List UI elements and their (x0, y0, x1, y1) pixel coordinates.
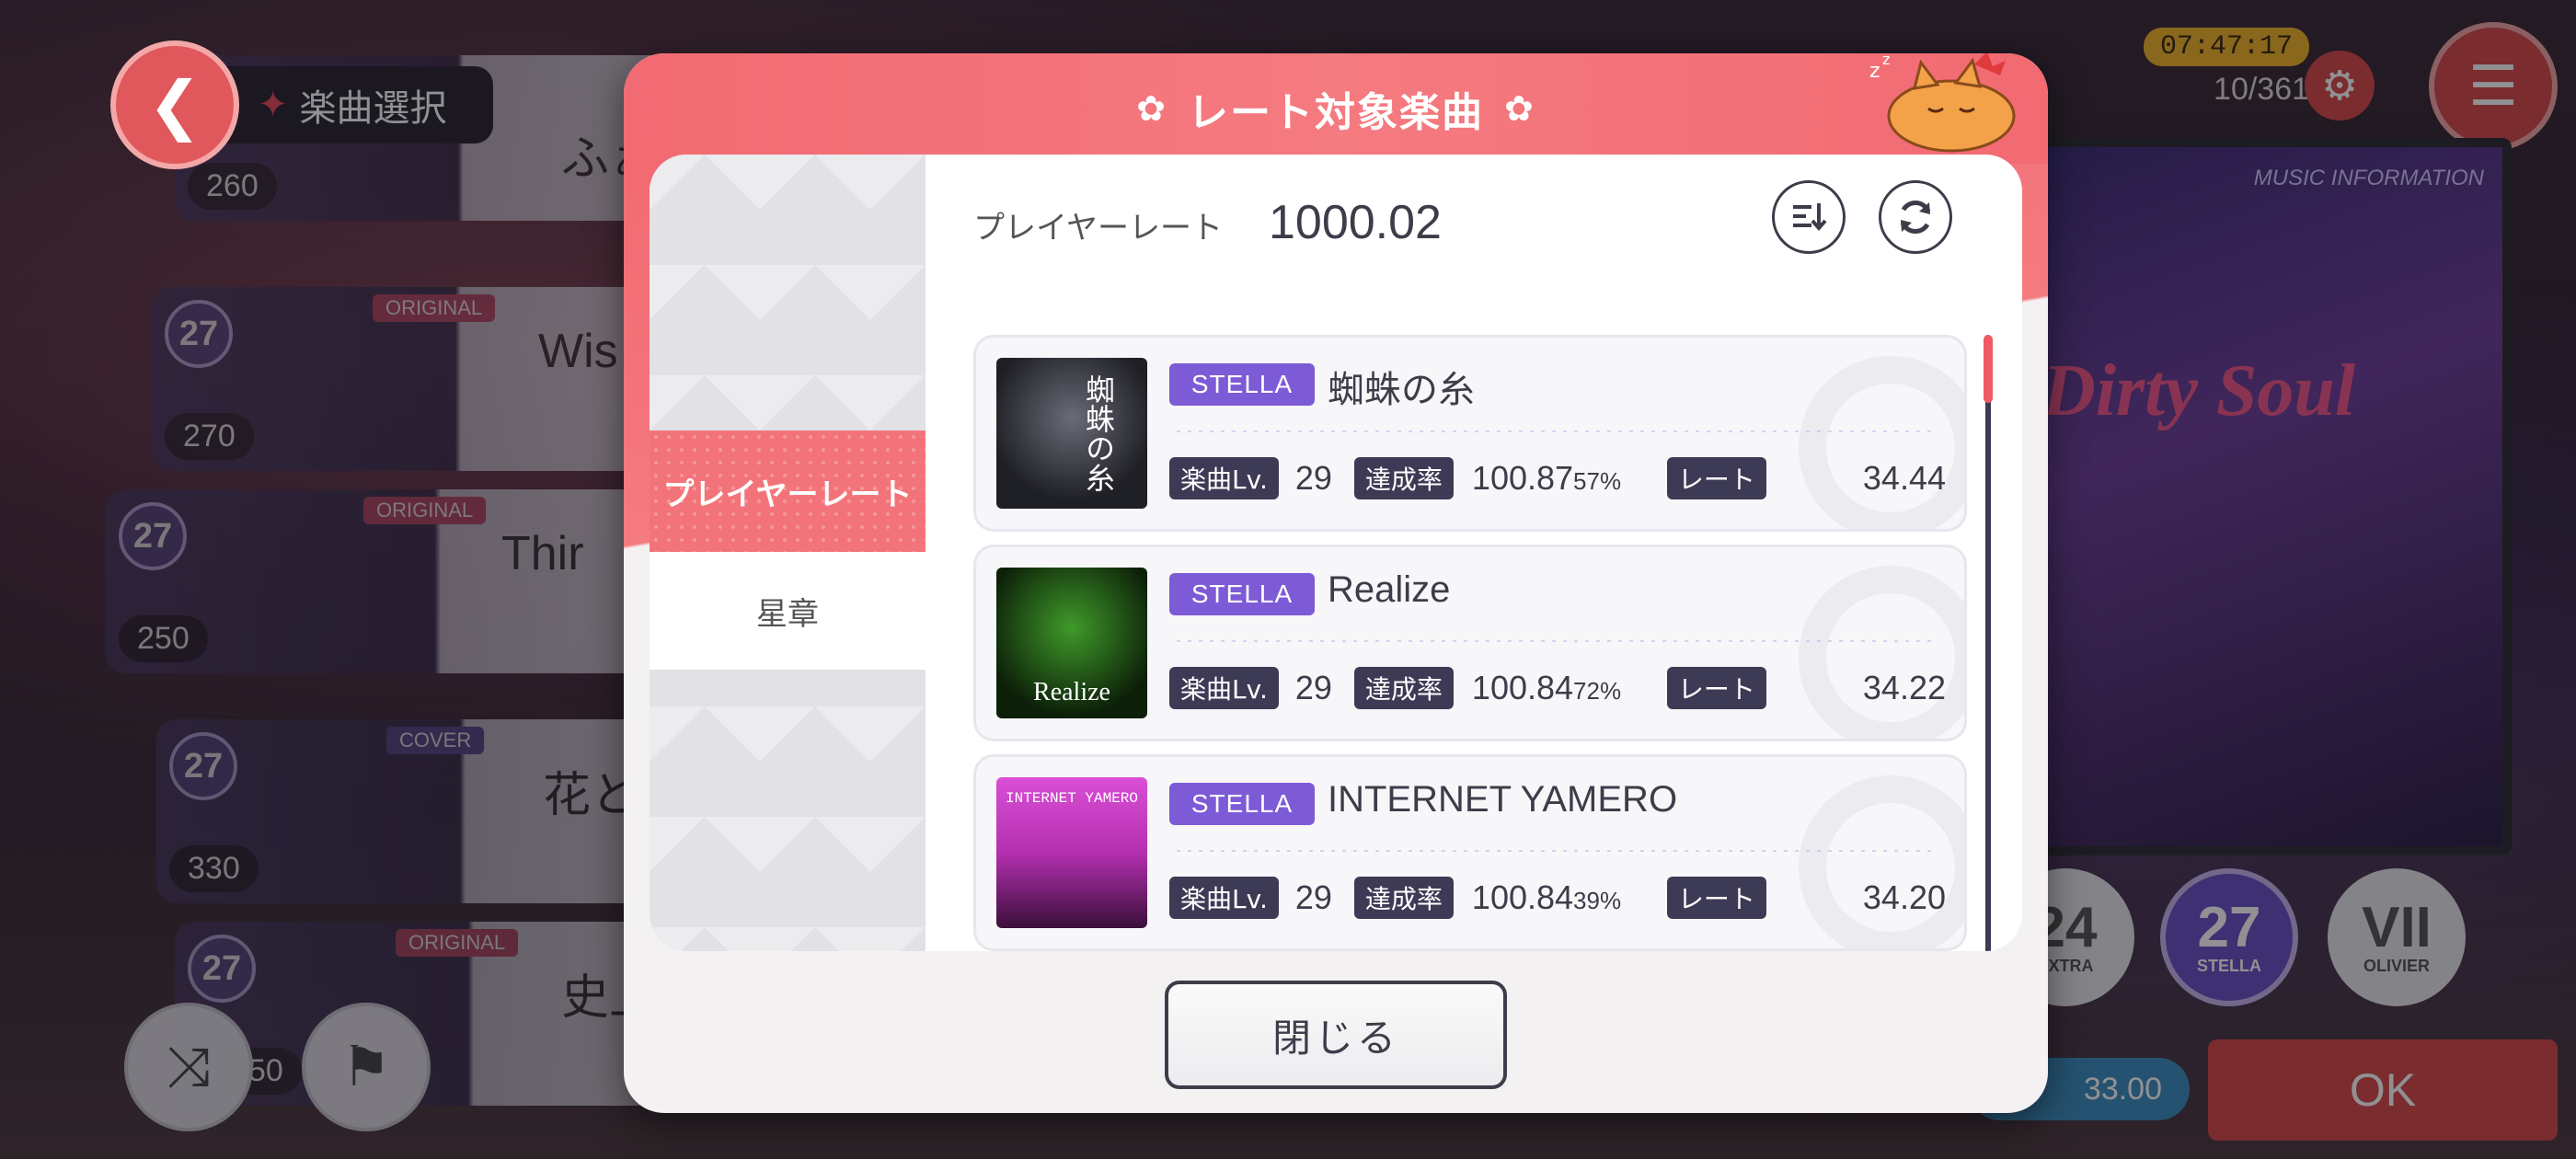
achievement-main: 100.84 (1471, 878, 1574, 916)
stat-row: 楽曲Lv. 29 達成率 100.8439% レート 34.20 (1169, 875, 1946, 921)
tab-player-rate[interactable]: プレイヤーレート (650, 430, 926, 552)
player-rate-row: プレイヤーレート 1000.02 (973, 195, 1442, 250)
list-item[interactable]: Realize STELLA Realize 楽曲Lv. 29 達成率 100.… (973, 545, 1967, 741)
rate-chip: レート (1666, 457, 1766, 499)
achievement-chip: 達成率 (1353, 877, 1454, 919)
achievement-chip: 達成率 (1353, 457, 1454, 499)
stat-row: 楽曲Lv. 29 達成率 100.8472% レート 34.22 (1169, 665, 1946, 711)
rate-content: プレイヤーレート 1000.02 蜘蛛の糸 STELLA 蜘蛛の糸 楽曲Lv. … (926, 155, 2022, 951)
achievement-sub: 39% (1573, 887, 1622, 914)
jacket-text: INTERNET YAMERO (1005, 790, 1139, 807)
modal-title: レート対象楽曲 (1188, 89, 1484, 136)
rate-value: 34.44 (1862, 459, 1946, 497)
achievement-sub: 57% (1573, 467, 1622, 495)
level-value: 29 (1294, 878, 1332, 916)
dotted-divider (1173, 639, 1937, 643)
difficulty-badge: STELLA (1169, 363, 1315, 406)
arrow-left-icon: ❮ (147, 67, 202, 143)
achievement-sub: 72% (1573, 677, 1622, 705)
refresh-button[interactable] (1879, 180, 1952, 254)
achievement-main: 100.84 (1471, 669, 1574, 706)
list-item[interactable]: 蜘蛛の糸 STELLA 蜘蛛の糸 楽曲Lv. 29 達成率 100.8757% … (973, 335, 1967, 532)
cat-watermark-icon (1799, 356, 1964, 529)
dotted-divider (1173, 849, 1937, 853)
tab-label: プレイヤーレート (662, 476, 913, 513)
jacket-text: 蜘蛛の糸 (1082, 374, 1115, 492)
tab-star-badge[interactable]: 星章 (650, 552, 926, 673)
side-nav: プレイヤーレート 星章 (650, 155, 926, 951)
achievement-value: 100.8439% (1472, 878, 1652, 917)
rate-value: 34.20 (1862, 878, 1946, 916)
player-rate-label: プレイヤーレート (973, 210, 1223, 247)
list-scrollbar[interactable] (1985, 335, 1991, 951)
rate-chip: レート (1666, 667, 1766, 709)
cat-watermark-icon (1799, 566, 1964, 739)
song-jacket: INTERNET YAMERO (996, 777, 1147, 928)
modal-header: ✿ レート対象楽曲 ✿ z z (624, 53, 2048, 164)
level-value: 29 (1294, 669, 1332, 706)
stat-row: 楽曲Lv. 29 達成率 100.8757% レート 34.44 (1169, 455, 1946, 501)
modal-body: プレイヤーレート 星章 プレイヤーレート 1000.02 蜘蛛の糸 STELLA… (650, 155, 2022, 951)
jacket-text: Realize (1033, 678, 1110, 706)
rate-modal: ✿ レート対象楽曲 ✿ z z プレイヤーレート 星章 プレイヤーレート 100… (624, 53, 2048, 1113)
song-title: 蜘蛛の糸 (1328, 370, 1475, 410)
song-jacket: 蜘蛛の糸 (996, 358, 1147, 509)
achievement-value: 100.8757% (1472, 459, 1652, 498)
song-title: INTERNET YAMERO (1328, 779, 1678, 820)
level-chip: 楽曲Lv. (1169, 457, 1279, 499)
sleeping-cat-icon: z z (1869, 53, 2016, 153)
paw-icon: ✿ (1504, 88, 1535, 129)
level-chip: 楽曲Lv. (1169, 667, 1279, 709)
difficulty-badge: STELLA (1169, 783, 1315, 825)
song-jacket: Realize (996, 568, 1147, 718)
achievement-main: 100.87 (1471, 459, 1574, 497)
level-chip: 楽曲Lv. (1169, 877, 1279, 919)
achievement-chip: 達成率 (1353, 667, 1454, 709)
close-button[interactable]: 閉じる (1165, 981, 1507, 1089)
rate-chip: レート (1666, 877, 1766, 919)
sort-button[interactable] (1772, 180, 1846, 254)
cat-watermark-icon (1799, 775, 1964, 948)
refresh-icon (1900, 200, 1931, 235)
achievement-value: 100.8472% (1472, 669, 1652, 707)
svg-text:z: z (1882, 53, 1890, 68)
scrollbar-thumb[interactable] (1984, 335, 1993, 403)
back-button[interactable]: ❮ (110, 40, 239, 169)
song-title: Realize (1328, 569, 1451, 610)
rate-value: 34.22 (1862, 669, 1946, 706)
sort-icon (1793, 203, 1827, 232)
list-item[interactable]: INTERNET YAMERO STELLA INTERNET YAMERO 楽… (973, 754, 1967, 951)
dotted-divider (1173, 430, 1937, 433)
level-value: 29 (1294, 459, 1332, 497)
difficulty-badge: STELLA (1169, 573, 1315, 615)
svg-text:z: z (1869, 60, 1880, 83)
paw-icon: ✿ (1136, 88, 1167, 129)
tab-label: 星章 (756, 595, 819, 633)
player-rate-value: 1000.02 (1268, 196, 1442, 249)
